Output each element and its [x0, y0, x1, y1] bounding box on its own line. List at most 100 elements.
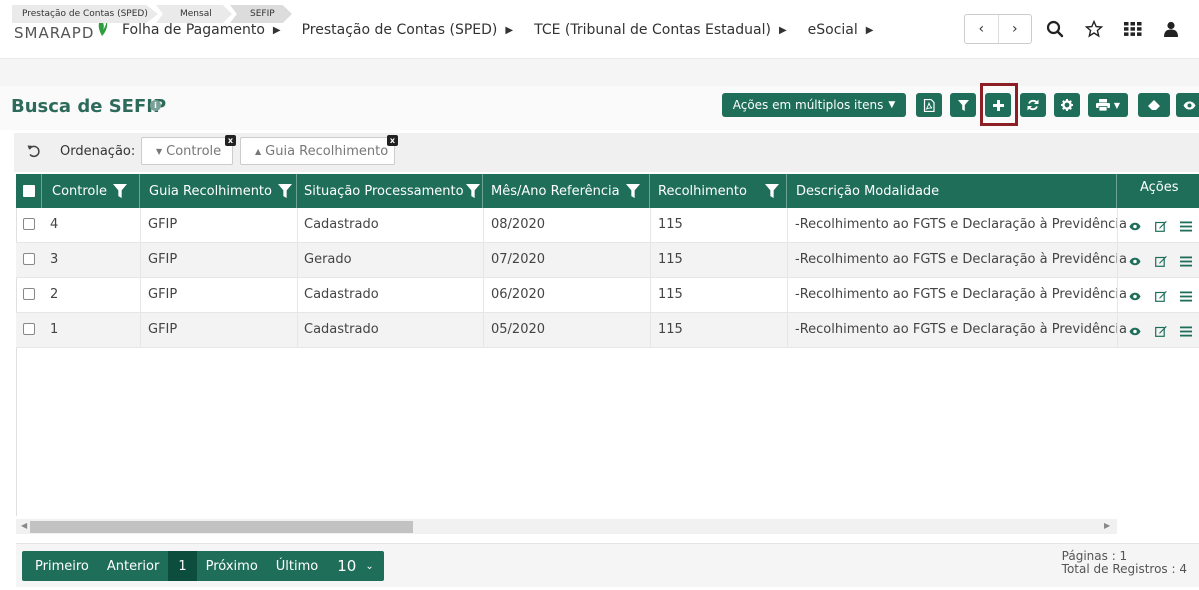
info-icon[interactable]: i — [150, 100, 161, 111]
chevron-right-icon[interactable]: › — [999, 15, 1032, 43]
view-button[interactable] — [1176, 93, 1199, 117]
scroll-left-icon[interactable]: ◀ — [21, 521, 27, 530]
menu-esocial[interactable]: eSocial ▶ — [808, 22, 874, 38]
edit-icon[interactable] — [1155, 290, 1167, 302]
remove-sort-icon[interactable]: x — [387, 135, 398, 146]
pdf-icon — [923, 98, 935, 112]
view-icon[interactable] — [1129, 222, 1141, 231]
caret-right-icon: ▶ — [865, 24, 874, 36]
caret-down-icon: ▼ — [156, 146, 163, 156]
column-divider — [297, 208, 298, 348]
cell-recolhimento: 115 — [658, 217, 683, 232]
column-header-mes-ano[interactable]: Mês/Ano Referência — [483, 174, 650, 208]
cell-situacao: Cadastrado — [304, 322, 379, 337]
column-header-acoes: Ações — [1117, 174, 1199, 208]
column-header-situacao[interactable]: Situação Processamento — [297, 174, 483, 208]
view-icon[interactable] — [1129, 327, 1141, 336]
menu-tce[interactable]: TCE (Tribunal de Contas Estadual) ▶ — [534, 22, 787, 38]
last-page-button[interactable]: Último — [267, 551, 327, 581]
settings-button[interactable] — [1054, 93, 1080, 117]
first-page-button[interactable]: Primeiro — [22, 551, 98, 581]
column-header-guia-recolhimento[interactable]: Guia Recolhimento — [140, 174, 297, 208]
select-all-header — [16, 174, 42, 208]
bulk-actions-button[interactable]: Ações em múltiplos itens ▼ — [722, 93, 906, 117]
user-icon[interactable] — [1160, 18, 1182, 40]
cell-recolhimento: 115 — [658, 322, 683, 337]
caret-right-icon: ▶ — [272, 24, 281, 36]
bulk-actions-label: Ações em múltiplos itens — [732, 98, 884, 112]
menu-icon[interactable] — [1180, 326, 1192, 337]
undo-icon[interactable] — [27, 143, 41, 162]
caret-right-icon: ▶ — [505, 24, 514, 36]
column-divider — [1117, 208, 1118, 348]
cell-controle: 4 — [50, 217, 59, 232]
cell-descricao: -Recolhimento ao FGTS e Declaração à Pre… — [795, 322, 1127, 337]
breadcrumb-item[interactable]: Prestação de Contas (SPED) — [12, 5, 158, 23]
sort-chip-label: Controle — [166, 143, 222, 159]
export-pdf-button[interactable] — [916, 93, 942, 117]
edit-icon[interactable] — [1155, 325, 1167, 337]
clear-button[interactable] — [1138, 93, 1170, 117]
menu-prestacao-de-contas[interactable]: Prestação de Contas (SPED) ▶ — [302, 22, 513, 38]
cell-controle: 2 — [50, 287, 59, 302]
menu-icon[interactable] — [1180, 256, 1192, 267]
cell-controle: 3 — [50, 252, 59, 267]
column-header-recolhimento[interactable]: Recolhimento — [650, 174, 787, 208]
apps-grid-icon[interactable] — [1122, 18, 1144, 40]
column-label: Guia Recolhimento — [149, 183, 272, 199]
print-button[interactable]: ▼ — [1088, 93, 1128, 117]
previous-page-button[interactable]: Anterior — [98, 551, 168, 581]
scroll-right-icon[interactable]: ▶ — [1104, 521, 1110, 530]
page-size-select[interactable]: 10 ⌄ — [327, 551, 383, 581]
filter-icon[interactable] — [764, 184, 779, 198]
edit-icon[interactable] — [1155, 220, 1167, 232]
row-checkbox[interactable] — [23, 288, 35, 300]
breadcrumb-item-current[interactable]: SEFIP — [230, 5, 292, 23]
filter-button[interactable] — [950, 93, 976, 117]
current-page-button[interactable]: 1 — [168, 551, 197, 581]
search-icon[interactable] — [1044, 18, 1066, 40]
highlight-box — [980, 83, 1018, 126]
cell-descricao: -Recolhimento ao FGTS e Declaração à Pre… — [795, 217, 1127, 232]
sort-chip-label: Guia Recolhimento — [265, 143, 389, 159]
breadcrumb-item[interactable]: Mensal — [156, 5, 232, 23]
cell-situacao: Cadastrado — [304, 217, 379, 232]
cell-mes-ano: 07/2020 — [491, 252, 546, 267]
cell-descricao: -Recolhimento ao FGTS e Declaração à Pre… — [795, 287, 1127, 302]
row-checkbox[interactable] — [23, 323, 35, 335]
column-header-controle[interactable]: Controle — [42, 174, 140, 208]
row-checkbox[interactable] — [23, 253, 35, 265]
menu-icon[interactable] — [1180, 221, 1192, 232]
filter-icon[interactable] — [625, 184, 640, 198]
view-icon[interactable] — [1129, 257, 1141, 266]
next-page-button[interactable]: Próximo — [197, 551, 267, 581]
menu-label: TCE (Tribunal de Contas Estadual) — [534, 22, 771, 38]
filter-icon[interactable] — [278, 184, 292, 198]
filter-icon[interactable] — [113, 184, 127, 198]
select-all-checkbox[interactable] — [22, 185, 35, 197]
view-icon[interactable] — [1129, 292, 1141, 301]
menu-folha-de-pagamento[interactable]: Folha de Pagamento ▶ — [122, 22, 281, 38]
remove-sort-icon[interactable]: x — [225, 135, 236, 146]
menu-label: Prestação de Contas (SPED) — [301, 22, 498, 38]
sort-chip-controle[interactable]: ▼ Controle — [141, 137, 233, 165]
column-header-descricao[interactable]: Descrição Modalidade — [787, 174, 1117, 208]
edit-icon[interactable] — [1155, 255, 1167, 267]
logo-text: SMARAPD — [14, 24, 95, 42]
sort-chip-guia[interactable]: ▲ Guia Recolhimento — [240, 137, 395, 165]
gear-icon — [1061, 99, 1073, 111]
column-divider — [140, 208, 141, 348]
column-label: Ações — [1140, 180, 1179, 195]
eye-icon — [1183, 101, 1195, 109]
caret-down-icon: ▼ — [888, 100, 896, 110]
star-icon[interactable] — [1083, 18, 1105, 40]
filter-icon[interactable] — [465, 184, 480, 198]
chevron-left-icon[interactable]: ‹ — [965, 15, 999, 43]
row-checkbox[interactable] — [23, 218, 35, 230]
cell-situacao: Cadastrado — [304, 287, 379, 302]
cell-guia: GFIP — [148, 217, 178, 232]
refresh-button[interactable] — [1020, 93, 1046, 117]
cell-guia: GFIP — [148, 322, 178, 337]
menu-icon[interactable] — [1180, 291, 1192, 302]
scrollbar-thumb[interactable] — [30, 521, 413, 533]
